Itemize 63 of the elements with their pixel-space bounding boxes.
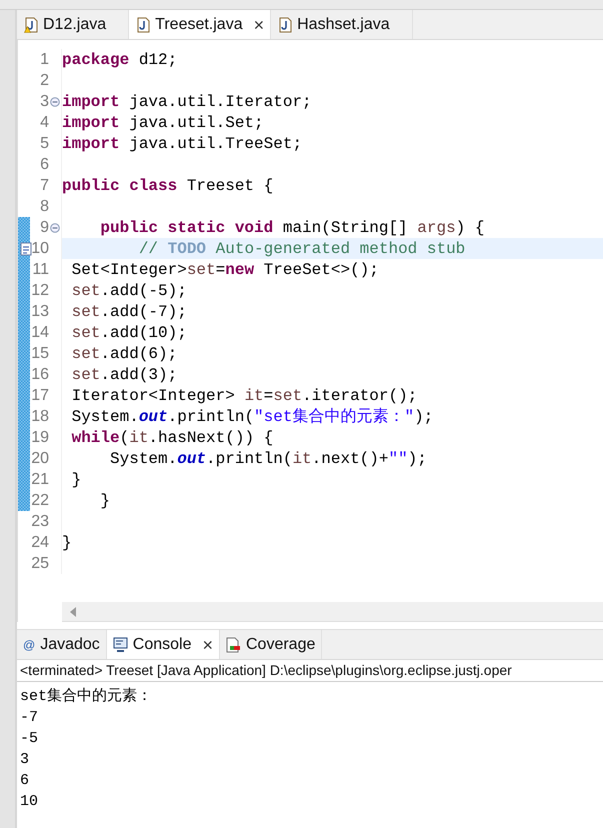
code-line: System.out.println(it.next()+""); [109, 450, 427, 468]
console-output-line: -7 [20, 709, 38, 726]
line-number: 25 [31, 554, 49, 572]
line-number: 16 [31, 366, 49, 384]
code-line: set.add(10); [70, 324, 187, 342]
line-number: 9 [40, 218, 49, 236]
line-number: 24 [31, 534, 49, 552]
line-number: 1 [40, 50, 49, 68]
console-output-line: -5 [20, 730, 38, 747]
code-line: } [62, 534, 72, 552]
editor-tab[interactable]: Treeset.java × [129, 10, 272, 39]
console-output-line: 6 [20, 772, 30, 789]
line-number: 11 [32, 260, 49, 278]
code-line: import java.util.TreeSet; [62, 134, 302, 152]
at-sign-icon: @ [23, 638, 36, 652]
code-line: set.add(6); [70, 344, 178, 362]
line-number: 22 [31, 492, 49, 510]
code-line: } [70, 470, 82, 488]
line-number: 12 [31, 282, 49, 300]
panel-tab[interactable]: Coverage [220, 630, 322, 659]
line-number: 18 [31, 408, 49, 426]
line-number: 4 [40, 114, 49, 132]
line-number: 21 [31, 470, 49, 488]
console-output-line: set集合中的元素： [20, 688, 152, 705]
console-output-line: 3 [20, 751, 30, 768]
line-number: 15 [31, 344, 49, 362]
line-number: 3 [40, 92, 49, 110]
collapse-icon[interactable] [50, 96, 60, 106]
code-line: } [99, 492, 110, 510]
line-number: 10 [31, 240, 49, 258]
code-line: set.add(-7); [70, 302, 187, 320]
line-number: 13 [31, 302, 49, 320]
line-number: 17 [31, 386, 49, 404]
line-number: 6 [40, 156, 49, 174]
code-line: // TODO Auto-generated method stub [138, 240, 466, 258]
line-number: 20 [31, 450, 49, 468]
code-line: set.add(3); [70, 366, 178, 384]
line-number: 19 [31, 428, 49, 446]
coverage-icon [226, 636, 241, 652]
code-line: while(it.hasNext()) { [70, 428, 274, 446]
code-line: Iterator<Integer> it=set.iterator(); [70, 386, 418, 404]
close-icon[interactable]: × [202, 636, 213, 654]
code-line: Set<Integer>set=new TreeSet<>(); [70, 260, 379, 278]
line-number: 23 [31, 512, 49, 530]
code-line: System.out.println("set集合中的元素："); [70, 406, 434, 427]
panel-tab[interactable]: Console × [106, 630, 220, 659]
code-line: import java.util.Set; [62, 114, 264, 132]
code-line: package d12; [62, 50, 178, 68]
code-line: import java.util.Iterator; [62, 92, 312, 110]
code-line: public class Treeset { [62, 176, 274, 194]
console-output-line: 10 [20, 793, 38, 810]
line-number: 7 [40, 176, 49, 194]
editor-tab[interactable]: Hashset.java [271, 10, 413, 39]
console-header: <terminated> Treeset [Java Application] D:\eclipse\plugins\org.eclipse.justj.oper [20, 662, 512, 678]
code-line: public static void main(String[] args) { [99, 218, 484, 236]
collapse-icon[interactable] [50, 222, 60, 232]
line-number: 5 [40, 134, 49, 152]
line-number: 14 [31, 324, 49, 342]
close-icon[interactable]: × [254, 16, 264, 34]
line-number: 8 [40, 198, 49, 216]
code-line: set.add(-5); [70, 282, 187, 300]
monitor-icon [112, 637, 128, 652]
line-number: 2 [40, 72, 49, 90]
